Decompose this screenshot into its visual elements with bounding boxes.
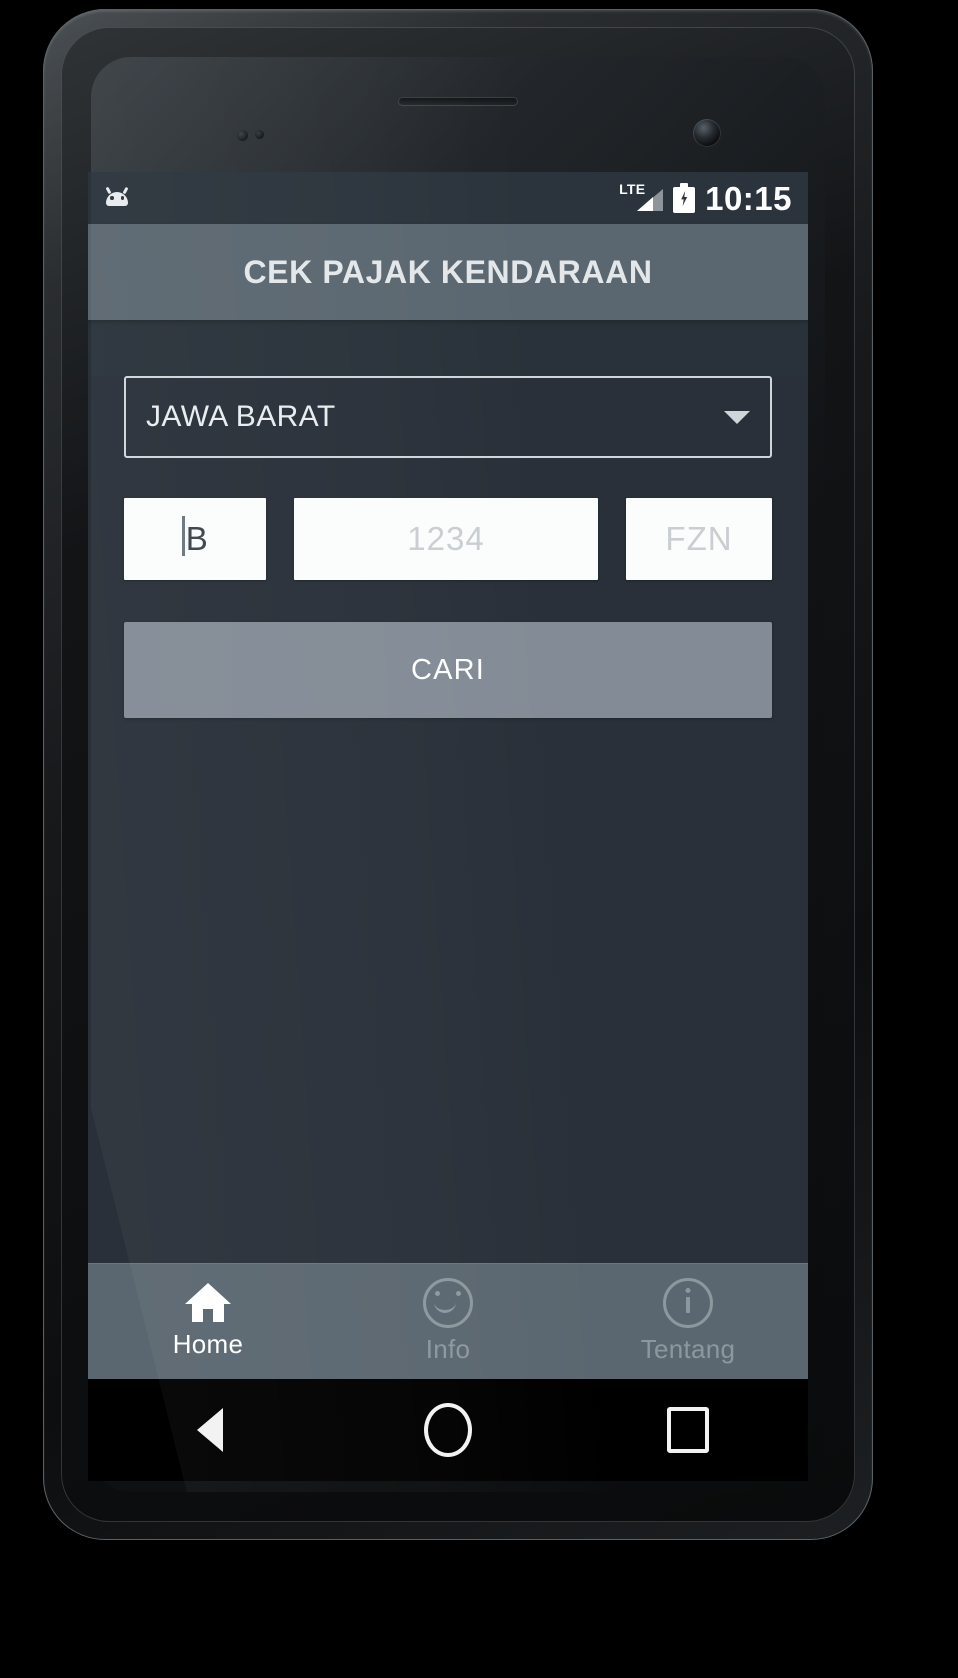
status-bar-left [104, 186, 130, 209]
recents-square-icon [667, 1407, 709, 1453]
status-bar: LTE 10:15 [88, 172, 808, 224]
earpiece-speaker [398, 97, 518, 106]
tab-tentang[interactable]: Tentang [568, 1278, 808, 1365]
search-button[interactable]: CARI [124, 622, 772, 718]
search-button-label: CARI [410, 653, 486, 686]
status-bar-right: LTE 10:15 [619, 179, 792, 217]
page-title: CEK PAJAK KENDARAAN [243, 253, 653, 290]
region-spinner[interactable]: JAWA BARAT [124, 376, 772, 458]
main-content: JAWA BARAT B 1234 FZN CARI [88, 376, 808, 1216]
tab-home-label: Home [172, 1329, 244, 1359]
plate-prefix-input[interactable]: B [124, 498, 266, 580]
plate-suffix-placeholder: FZN [665, 520, 733, 557]
back-triangle-icon [195, 1408, 223, 1452]
battery-charging-icon [673, 183, 696, 213]
plate-number-placeholder: 1234 [407, 520, 485, 557]
text-cursor [181, 516, 185, 556]
plate-number-input[interactable]: 1234 [294, 498, 598, 580]
home-circle-icon [424, 1403, 472, 1457]
front-camera-icon [693, 119, 721, 147]
plate-suffix-input[interactable]: FZN [626, 498, 772, 580]
tab-info[interactable]: Info [328, 1278, 568, 1365]
screenshot-stage: LTE 10:15 CEK PAJAK KENDARAAN JAWA BARAT [0, 0, 958, 1678]
system-back-button[interactable] [88, 1408, 328, 1452]
light-sensor-icon [255, 130, 264, 139]
system-home-button[interactable] [328, 1403, 568, 1457]
proximity-sensor-icon [237, 130, 248, 141]
region-spinner-value: JAWA BARAT [146, 400, 336, 433]
android-robot-icon [104, 186, 130, 209]
signal-bars-icon: LTE [619, 182, 664, 213]
action-bar: CEK PAJAK KENDARAAN [88, 224, 808, 320]
tab-tentang-label: Tentang [640, 1334, 736, 1364]
smiley-face-icon [423, 1278, 473, 1328]
status-bar-clock: 10:15 [705, 179, 792, 217]
plate-fields-row: B 1234 FZN [124, 498, 772, 580]
info-circle-icon [663, 1278, 713, 1328]
system-navigation-bar [88, 1379, 808, 1481]
tab-info-label: Info [425, 1334, 471, 1364]
plate-prefix-value: B [185, 520, 209, 557]
tab-home[interactable]: Home [88, 1283, 328, 1360]
bottom-tab-bar: Home Info Tentang [88, 1263, 808, 1379]
system-recents-button[interactable] [568, 1407, 808, 1453]
home-icon [185, 1283, 231, 1323]
phone-screen: LTE 10:15 CEK PAJAK KENDARAAN JAWA BARAT [88, 172, 808, 1379]
chevron-down-icon [724, 410, 750, 424]
